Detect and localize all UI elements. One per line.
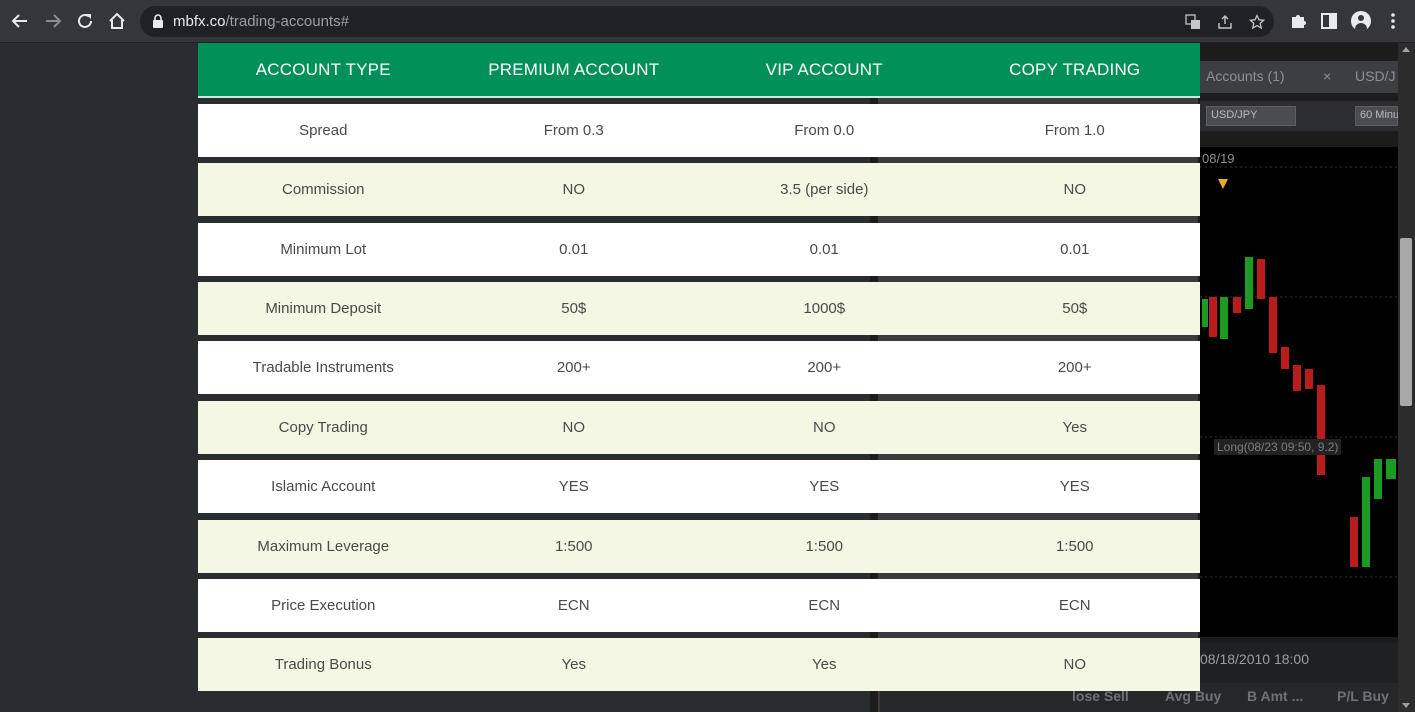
table-cell: Copy Trading bbox=[278, 419, 368, 436]
table-cell: Yes bbox=[1062, 419, 1087, 436]
table-cell: 50$ bbox=[1062, 300, 1088, 317]
table-cell: NO bbox=[1063, 181, 1087, 198]
table-cell: NO bbox=[1063, 656, 1087, 673]
table-cell: ECN bbox=[1058, 597, 1091, 614]
table-cell: ECN bbox=[557, 597, 590, 614]
table-row: Islamic Account YES YES YES bbox=[198, 460, 1200, 513]
table-cell: 0.01 bbox=[559, 241, 589, 258]
table-cell: From 0.0 bbox=[794, 122, 855, 139]
table-cell: Spread bbox=[299, 122, 348, 139]
scroll-up-arrow-icon[interactable] bbox=[1402, 47, 1410, 52]
table-row: Tradable Instruments 200+ 200+ 200+ bbox=[198, 341, 1200, 394]
translate-icon[interactable] bbox=[1184, 13, 1202, 31]
table-cell: From 1.0 bbox=[1044, 122, 1105, 139]
table-cell: 200+ bbox=[807, 359, 842, 376]
table-cell: YES bbox=[809, 478, 840, 495]
table-row: Minimum Deposit 50$ 1000$ 50$ bbox=[198, 282, 1200, 335]
table-cell: Price Execution bbox=[271, 597, 376, 614]
table-row: Minimum Lot 0.01 0.01 0.01 bbox=[198, 223, 1200, 276]
scrollbar-thumb[interactable] bbox=[1400, 238, 1412, 406]
table-cell: ECN bbox=[808, 597, 841, 614]
table-cell: 3.5 (per side) bbox=[780, 181, 869, 198]
table-cell: 1000$ bbox=[803, 300, 846, 317]
table-cell: 200+ bbox=[1057, 359, 1092, 376]
table-header-cell: VIP ACCOUNT bbox=[765, 60, 883, 79]
page-viewport: Accounts (1) × USD/J USD/JPY 60 Minu 08/… bbox=[0, 43, 1398, 712]
lock-icon[interactable] bbox=[152, 14, 164, 33]
table-row: Price Execution ECN ECN ECN bbox=[198, 579, 1200, 632]
background-footer-item: P/L Buy bbox=[1337, 688, 1389, 704]
table-cell: Maximum Leverage bbox=[257, 538, 390, 555]
table-cell: Minimum Deposit bbox=[265, 300, 382, 317]
browser-toolbar: mbfx.co/trading-accounts# bbox=[0, 0, 1415, 43]
table-cell: 50$ bbox=[561, 300, 587, 317]
table-cell: YES bbox=[558, 478, 589, 495]
table-header-row: ACCOUNT TYPE PREMIUM ACCOUNT VIP ACCOUNT… bbox=[198, 43, 1200, 98]
table-row: Copy Trading NO NO Yes bbox=[198, 401, 1200, 454]
table-cell: 0.01 bbox=[1060, 241, 1090, 258]
background-chart: 08/19 Long(08/23 09:50, 9.2) bbox=[1200, 147, 1398, 637]
background-tab-close: × bbox=[1323, 68, 1332, 84]
table-cell: NO bbox=[562, 419, 586, 436]
side-panel-icon[interactable] bbox=[1319, 11, 1339, 31]
table-cell: Minimum Lot bbox=[280, 241, 367, 258]
table-row: Spread From 0.3 From 0.0 From 1.0 bbox=[198, 104, 1200, 157]
table-cell: 1:500 bbox=[1055, 538, 1094, 555]
profile-avatar-icon[interactable] bbox=[1351, 11, 1371, 31]
share-icon[interactable] bbox=[1216, 13, 1234, 31]
background-long-label: Long(08/23 09:50, 9.2) bbox=[1214, 439, 1342, 455]
table-row: Maximum Leverage 1:500 1:500 1:500 bbox=[198, 520, 1200, 573]
url-path: /trading-accounts# bbox=[225, 13, 349, 30]
account-comparison-table: ACCOUNT TYPE PREMIUM ACCOUNT VIP ACCOUNT… bbox=[198, 43, 1200, 691]
page-scrollbar[interactable] bbox=[1398, 43, 1415, 712]
table-cell: 200+ bbox=[556, 359, 591, 376]
table-cell: Trading Bonus bbox=[274, 656, 372, 673]
reload-icon[interactable] bbox=[73, 9, 97, 33]
url-host: mbfx.co bbox=[173, 13, 226, 30]
table-cell: From 0.3 bbox=[543, 122, 604, 139]
background-select-period: 60 Minu bbox=[1355, 106, 1398, 126]
home-icon[interactable] bbox=[105, 9, 129, 33]
table-cell: 1:500 bbox=[554, 538, 593, 555]
extensions-puzzle-icon[interactable] bbox=[1288, 11, 1308, 31]
table-header-cell: ACCOUNT TYPE bbox=[255, 60, 391, 79]
kebab-menu-icon[interactable] bbox=[1383, 11, 1403, 31]
table-row: Commission NO 3.5 (per side) NO bbox=[198, 163, 1200, 216]
table-cell: Yes bbox=[812, 656, 837, 673]
table-cell: 0.01 bbox=[809, 241, 839, 258]
table-header-cell: COPY TRADING bbox=[1009, 60, 1141, 79]
table-cell: 1:500 bbox=[805, 538, 844, 555]
table-row: Trading Bonus Yes Yes NO bbox=[198, 638, 1200, 691]
table-cell: Commission bbox=[281, 181, 365, 198]
background-footer-item: B Amt ... bbox=[1247, 688, 1304, 704]
background-footer: 08/18/2010 18:00 bbox=[1200, 643, 1398, 683]
table-cell: NO bbox=[813, 419, 836, 436]
background-date-bottom: 08/18/2010 18:00 bbox=[1200, 651, 1309, 667]
table-cell: NO bbox=[562, 181, 586, 198]
star-bookmark-icon[interactable] bbox=[1248, 13, 1266, 31]
address-bar[interactable]: mbfx.co/trading-accounts# bbox=[140, 6, 1274, 37]
background-tab-accounts: Accounts (1) bbox=[1206, 68, 1285, 84]
forward-arrow-icon[interactable] bbox=[41, 9, 65, 33]
table-header-cell: PREMIUM ACCOUNT bbox=[488, 60, 660, 79]
scroll-down-arrow-icon[interactable] bbox=[1402, 703, 1410, 708]
table-cell: Islamic Account bbox=[271, 478, 376, 495]
back-arrow-icon[interactable] bbox=[8, 9, 32, 33]
table-cell: Tradable Instruments bbox=[252, 359, 394, 376]
url-text: mbfx.co/trading-accounts# bbox=[173, 13, 349, 30]
background-date-top: 08/19 bbox=[1202, 151, 1235, 166]
table-cell: Yes bbox=[561, 656, 586, 673]
background-select-pair: USD/JPY bbox=[1206, 106, 1296, 126]
background-tab-pair: USD/J bbox=[1355, 68, 1396, 84]
table-cell: YES bbox=[1059, 478, 1090, 495]
